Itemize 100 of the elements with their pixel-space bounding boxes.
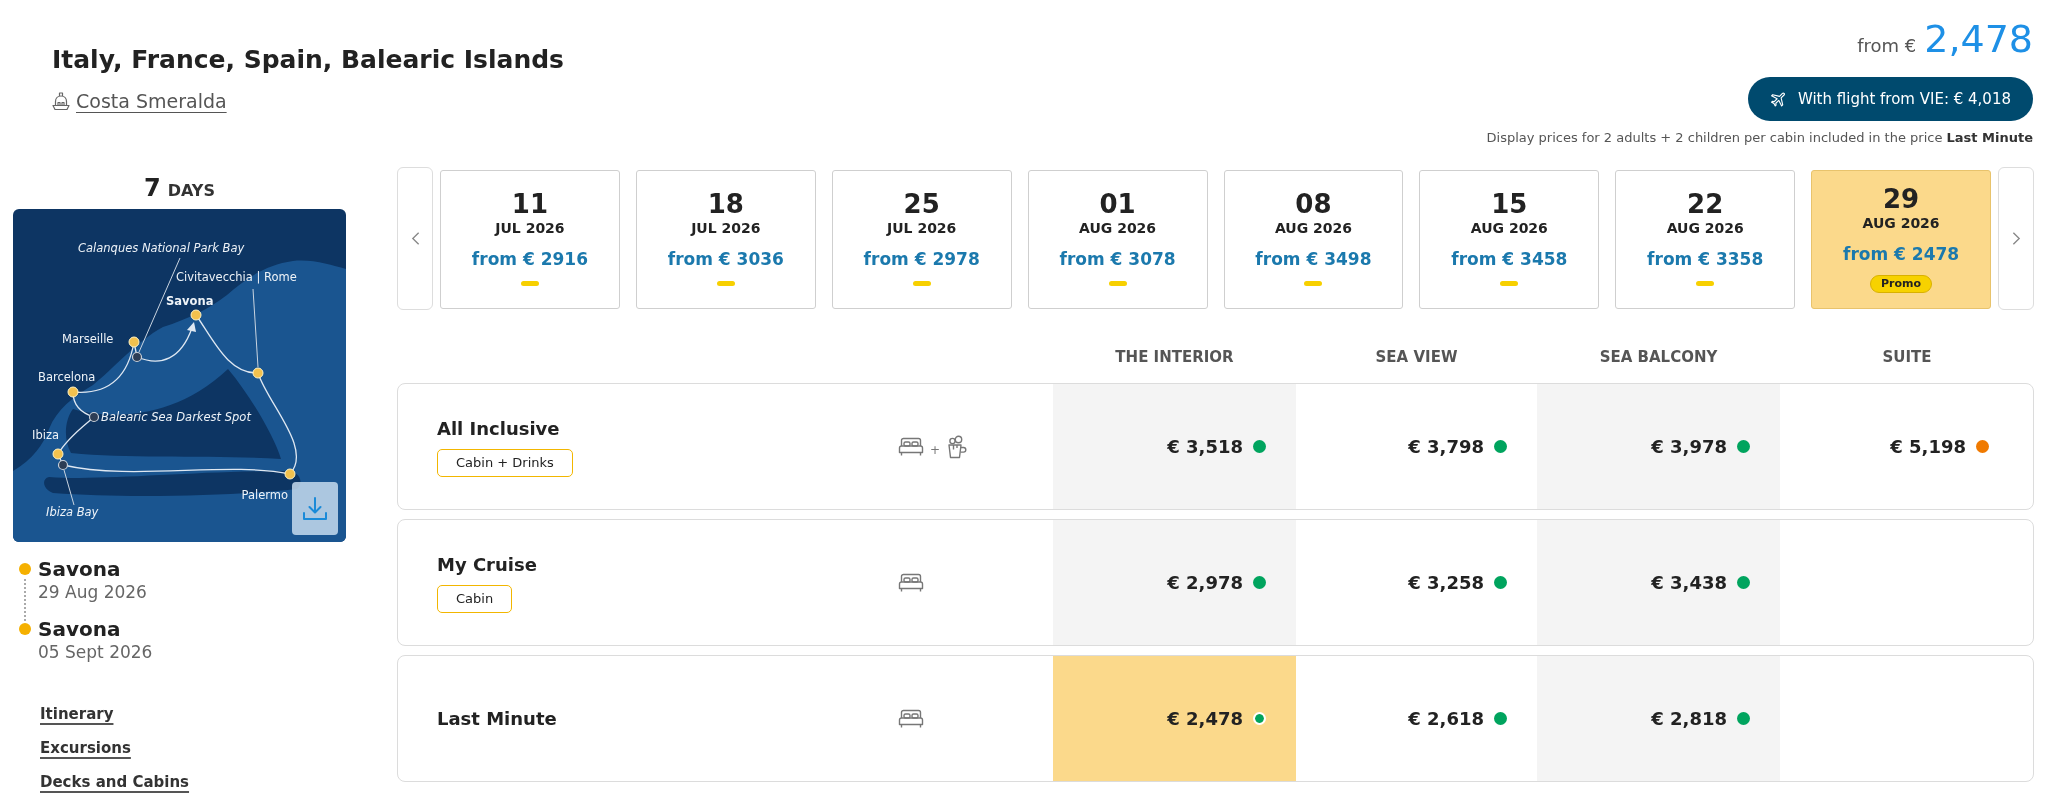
date-month: JUL 2026 (887, 219, 957, 237)
date-card[interactable]: 11 JUL 2026 from € 2916 (440, 170, 620, 309)
chevron-right-icon (2011, 231, 2021, 246)
port-marker-icon (190, 309, 202, 321)
price-prefix: from € (1857, 34, 1917, 58)
duration-number: 7 (144, 173, 161, 203)
package-tag: Cabin (437, 584, 513, 613)
cabin-price: € 3,798 (1408, 436, 1484, 457)
section-link[interactable]: Itinerary (40, 703, 114, 725)
date-card[interactable]: 08 AUG 2026 from € 3498 (1223, 170, 1404, 309)
date-card[interactable]: 29 AUG 2026 from € 2478 Promo (1811, 170, 1991, 309)
date-month: AUG 2026 (1470, 219, 1548, 237)
cabin-price: € 2,478 (1167, 708, 1243, 729)
port-name: Savona (38, 557, 121, 581)
flight-price-button[interactable]: With flight from VIE: € 4,018 (1747, 77, 2033, 121)
date-price: from € 3458 (1451, 248, 1568, 271)
price-cell[interactable]: € 3,438 (1537, 520, 1780, 645)
leader-line (63, 469, 75, 506)
fare-name: My Cruise (437, 552, 537, 577)
date-day: 25 (903, 189, 940, 219)
date-price: from € 2978 (863, 248, 980, 271)
date-month: AUG 2026 (1862, 214, 1940, 232)
cabin-price: € 3,438 (1651, 572, 1727, 593)
cabin-price: € 3,518 (1167, 436, 1243, 457)
promo-badge: Promo (1870, 275, 1933, 293)
map-label: Civitavecchia | Rome (176, 270, 297, 284)
map-label: Calanques National Park Bay (78, 241, 245, 255)
column-header: SUITE (1882, 348, 1932, 366)
date-card[interactable]: 01 AUG 2026 from € 3078 (1027, 170, 1208, 309)
port-date: 29 Aug 2026 (38, 581, 147, 603)
date-card[interactable]: 25 JUL 2026 from € 2978 (831, 170, 1012, 309)
package-tag: Cabin + Drinks (437, 448, 573, 477)
map-label: Balearic Sea Darkest Spot (101, 410, 251, 424)
section-link[interactable]: Excursions (40, 737, 131, 759)
port-name: Savona (38, 617, 121, 641)
price-note: Display prices for 2 adults + 2 children per cabin included in the price Last Minute (1486, 129, 2033, 147)
price-cell[interactable]: € 3,978 (1537, 384, 1780, 509)
timeline-dot-icon (19, 623, 31, 635)
date-card[interactable]: 18 JUL 2026 from € 3036 (635, 170, 816, 309)
date-day: 01 (1099, 189, 1136, 219)
date-month: JUL 2026 (691, 219, 761, 237)
cabin-price: € 3,978 (1651, 436, 1727, 457)
amenity-separator: + (930, 442, 941, 457)
port-marker-icon (252, 367, 264, 379)
map-label: Marseille (62, 332, 114, 346)
map-label: Palermo (241, 488, 288, 502)
scenic-spot-icon (131, 351, 143, 363)
cabin-price: € 2,618 (1408, 708, 1484, 729)
previous-dates-button[interactable] (397, 167, 433, 310)
cabin-price: € 5,198 (1890, 436, 1966, 457)
column-header: SEA VIEW (1375, 348, 1458, 366)
drink-icon (946, 434, 969, 459)
price-cell[interactable]: € 3,518 (1053, 384, 1296, 509)
scenic-spot-icon (88, 411, 100, 423)
download-button[interactable] (292, 482, 338, 535)
price-cell[interactable]: € 3,798 (1296, 384, 1537, 509)
date-month: AUG 2026 (1274, 219, 1352, 237)
cabin-price: € 2,978 (1167, 572, 1243, 593)
port-marker-icon (128, 336, 140, 348)
timeline-line (24, 579, 26, 621)
price-cell[interactable]: € 5,198 (1780, 384, 2033, 509)
date-day: 15 (1491, 189, 1528, 219)
date-day: 18 (707, 189, 744, 219)
port-date: 05 Sept 2026 (38, 641, 153, 663)
date-day: 29 (1882, 184, 1920, 214)
next-dates-button[interactable] (1998, 167, 2034, 310)
price-cell[interactable]: € 2,818 (1537, 656, 1780, 781)
download-icon (302, 495, 328, 522)
duration-unit: DAYS (167, 180, 215, 202)
date-price: from € 3498 (1255, 248, 1372, 271)
map-label: Ibiza Bay (46, 505, 99, 519)
date-price: from € 2478 (1843, 243, 1960, 266)
port-marker-icon (67, 386, 79, 398)
cabin-price: € 2,818 (1651, 708, 1727, 729)
map-label: Ibiza (32, 428, 59, 442)
bed-icon (898, 436, 924, 457)
price-cell[interactable]: € 2,618 (1296, 656, 1537, 781)
date-price: from € 3358 (1647, 248, 1764, 271)
date-month: AUG 2026 (1079, 219, 1157, 237)
ship-link[interactable]: Costa Smeralda (52, 89, 227, 113)
fare-name: All Inclusive (437, 416, 560, 441)
date-day: 11 (511, 189, 549, 219)
map-label: Savona (166, 294, 214, 308)
column-header: THE INTERIOR (1115, 348, 1234, 366)
price-cell[interactable]: € 2,978 (1053, 520, 1296, 645)
price-cell[interactable]: € 3,258 (1296, 520, 1537, 645)
chevron-left-icon (410, 231, 420, 246)
cabin-price: € 3,258 (1408, 572, 1484, 593)
port-marker-icon (284, 468, 296, 480)
date-card[interactable]: 15 AUG 2026 from € 3458 (1419, 170, 1600, 309)
lowest-price: 2,478 (1924, 19, 2033, 59)
timeline-dot-icon (19, 563, 31, 575)
price-cell[interactable]: € 2,478 (1053, 656, 1296, 781)
section-link[interactable]: Decks and Cabins (40, 771, 190, 793)
date-price: from € 3036 (667, 248, 784, 271)
scenic-spot-icon (57, 459, 69, 471)
date-card[interactable]: 22 AUG 2026 from € 3358 (1615, 170, 1796, 309)
bed-icon (898, 708, 924, 729)
date-month: AUG 2026 (1666, 219, 1744, 237)
ship-icon (52, 92, 70, 110)
